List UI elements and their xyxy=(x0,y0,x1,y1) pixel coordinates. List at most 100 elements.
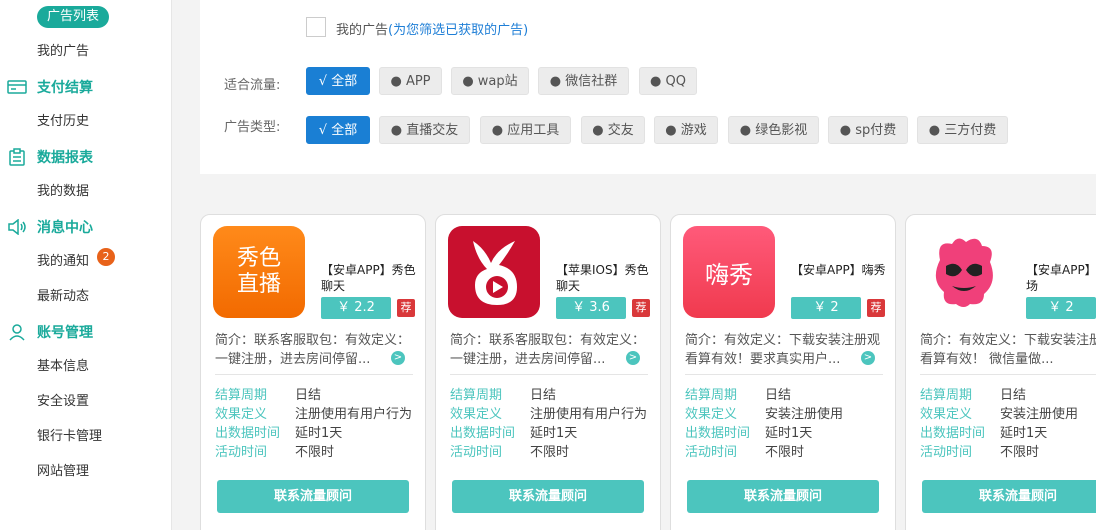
type-chip-live-dating[interactable]: ● 直播交友 xyxy=(379,116,470,144)
info-row: 出数据时间 延时1天 xyxy=(685,425,895,443)
sidebar-item-ad-list[interactable]: 广告列表 xyxy=(37,6,110,28)
sidebar-item-bank-cards[interactable]: 银行卡管理 xyxy=(37,428,102,446)
section-reports[interactable]: 数据报表 xyxy=(6,146,93,168)
section-label: 数据报表 xyxy=(37,150,93,166)
ad-card: 嗨秀 【安卓APP】嗨秀 ￥ 2 荐 简介：有效定义：下载安装注册观看算有效！要… xyxy=(670,214,896,530)
info-key: 效果定义 xyxy=(450,407,503,422)
info-row: 出数据时间 延时1天 xyxy=(920,425,1096,443)
info-row: 活动时间 不限时 xyxy=(215,444,425,462)
section-payment[interactable]: 支付结算 xyxy=(6,76,93,98)
divider xyxy=(215,374,413,375)
type-chip-all[interactable]: √ 全部 xyxy=(306,116,370,144)
type-chip-games[interactable]: ● 游戏 xyxy=(654,116,718,144)
type-chip-dating[interactable]: ● 交友 xyxy=(581,116,645,144)
traffic-filter-label: 适合流量: xyxy=(224,78,281,93)
info-value: 安装注册使用 xyxy=(1000,407,1079,422)
speaker-icon xyxy=(6,218,28,236)
ad-intro: 简介：联系客服取包：有效定义：一键注册，进去房间停留... xyxy=(215,333,411,367)
info-value: 延时1天 xyxy=(765,426,813,441)
type-chip-sp-pay[interactable]: ● sp付费 xyxy=(828,116,908,144)
sidebar-item-latest-news[interactable]: 最新动态 xyxy=(37,288,89,306)
sidebar: 广告列表 我的广告 支付结算 支付历史 数据报表 我的数据 消息中心 我的通知 … xyxy=(0,0,172,530)
info-row: 结算周期 日结 xyxy=(920,387,1096,405)
info-value: 不限时 xyxy=(530,445,570,460)
info-key: 效果定义 xyxy=(215,407,268,422)
info-value: 安装注册使用 xyxy=(765,407,844,422)
section-label: 支付结算 xyxy=(37,80,93,96)
app-icon-xiuse-ios xyxy=(448,226,540,318)
info-row: 效果定义 安装注册使用 xyxy=(920,406,1096,424)
info-row: 结算周期 日结 xyxy=(215,387,425,405)
pink-mascot-icon xyxy=(935,238,993,307)
divider xyxy=(450,374,648,375)
traffic-chip-app[interactable]: ● APP xyxy=(379,67,442,95)
sidebar-item-payment-history[interactable]: 支付历史 xyxy=(37,113,89,131)
type-filter-label: 广告类型: xyxy=(224,120,281,135)
my-ads-checkbox[interactable] xyxy=(306,17,326,37)
my-ads-text: 我的广告 xyxy=(336,23,389,38)
info-row: 效果定义 注册使用有用户行为 xyxy=(450,406,660,424)
notification-count-badge: 2 xyxy=(97,248,115,266)
filter-panel: 我的广告(为您筛选已获取的广告) 适合流量: √ 全部 ● APP ● wap站… xyxy=(200,0,1096,174)
info-key: 活动时间 xyxy=(920,445,973,460)
info-value: 日结 xyxy=(295,388,322,403)
info-value: 不限时 xyxy=(295,445,335,460)
info-value: 注册使用有用户行为 xyxy=(530,407,648,422)
contact-advisor-button[interactable]: 联系流量顾问 xyxy=(922,480,1096,513)
info-value: 延时1天 xyxy=(530,426,578,441)
info-key: 结算周期 xyxy=(920,388,973,403)
info-row: 活动时间 不限时 xyxy=(685,444,895,462)
user-icon xyxy=(6,323,28,341)
divider xyxy=(685,374,883,375)
type-chip-video[interactable]: ● 绿色影视 xyxy=(728,116,819,144)
chevron-right-icon[interactable]: > xyxy=(626,351,640,365)
section-account[interactable]: 账号管理 xyxy=(6,321,93,343)
info-value: 延时1天 xyxy=(295,426,343,441)
sidebar-item-security[interactable]: 安全设置 xyxy=(37,393,89,411)
sidebar-item-my-data[interactable]: 我的数据 xyxy=(37,183,89,201)
contact-advisor-button[interactable]: 联系流量顾问 xyxy=(217,480,409,513)
info-row: 效果定义 安装注册使用 xyxy=(685,406,895,424)
sidebar-item-my-notifications[interactable]: 我的通知 xyxy=(37,253,89,271)
ad-price: ￥ 2 xyxy=(791,297,861,319)
sidebar-item-my-ads[interactable]: 我的广告 xyxy=(37,43,89,61)
my-ads-label: 我的广告(为您筛选已获取的广告) xyxy=(336,19,528,38)
sidebar-item-site-management[interactable]: 网站管理 xyxy=(37,463,89,481)
ad-card: 【苹果IOS】秀色聊天 ￥ 3.6 荐 简介：联系客服取包：有效定义：一键注册，… xyxy=(435,214,661,530)
recommended-badge: 荐 xyxy=(867,299,885,317)
ad-title: 【苹果IOS】秀色聊天 xyxy=(556,263,649,293)
section-messages[interactable]: 消息中心 xyxy=(6,216,93,238)
ad-intro: 简介：有效定义：下载安装注册观看算有效！ 微信量做... xyxy=(920,333,1096,367)
traffic-chip-wechat[interactable]: ● 微信社群 xyxy=(538,67,629,95)
type-chip-third-party-pay[interactable]: ● 三方付费 xyxy=(917,116,1008,144)
traffic-chip-all[interactable]: √ 全部 xyxy=(306,67,370,95)
chevron-right-icon[interactable]: > xyxy=(861,351,875,365)
info-key: 效果定义 xyxy=(920,407,973,422)
info-value: 不限时 xyxy=(1000,445,1040,460)
credit-card-icon xyxy=(6,78,28,96)
sidebar-item-basic-info[interactable]: 基本信息 xyxy=(37,358,89,376)
app-icon-haixiuchang xyxy=(918,226,1010,318)
info-key: 结算周期 xyxy=(685,388,738,403)
info-key: 活动时间 xyxy=(215,445,268,460)
info-row: 活动时间 不限时 xyxy=(920,444,1096,462)
info-row: 出数据时间 延时1天 xyxy=(215,425,425,443)
ad-title: 【安卓APP】嗨秀 xyxy=(791,263,886,277)
info-value: 不限时 xyxy=(765,445,805,460)
contact-advisor-button[interactable]: 联系流量顾问 xyxy=(452,480,644,513)
info-key: 结算周期 xyxy=(215,388,268,403)
chevron-right-icon[interactable]: > xyxy=(391,351,405,365)
section-label: 账号管理 xyxy=(37,325,93,341)
traffic-chip-wap[interactable]: ● wap站 xyxy=(451,67,529,95)
ad-intro: 简介：联系客服取包：有效定义：一键注册，进去房间停留... xyxy=(450,333,646,367)
traffic-chip-qq[interactable]: ● QQ xyxy=(639,67,697,95)
contact-advisor-button[interactable]: 联系流量顾问 xyxy=(687,480,879,513)
info-row: 活动时间 不限时 xyxy=(450,444,660,462)
type-chip-tools[interactable]: ● 应用工具 xyxy=(480,116,571,144)
info-key: 活动时间 xyxy=(450,445,503,460)
ad-price: ￥ 2 xyxy=(1026,297,1096,319)
info-row: 结算周期 日结 xyxy=(450,387,660,405)
info-key: 效果定义 xyxy=(685,407,738,422)
info-key: 出数据时间 xyxy=(685,426,751,441)
info-row: 出数据时间 延时1天 xyxy=(450,425,660,443)
